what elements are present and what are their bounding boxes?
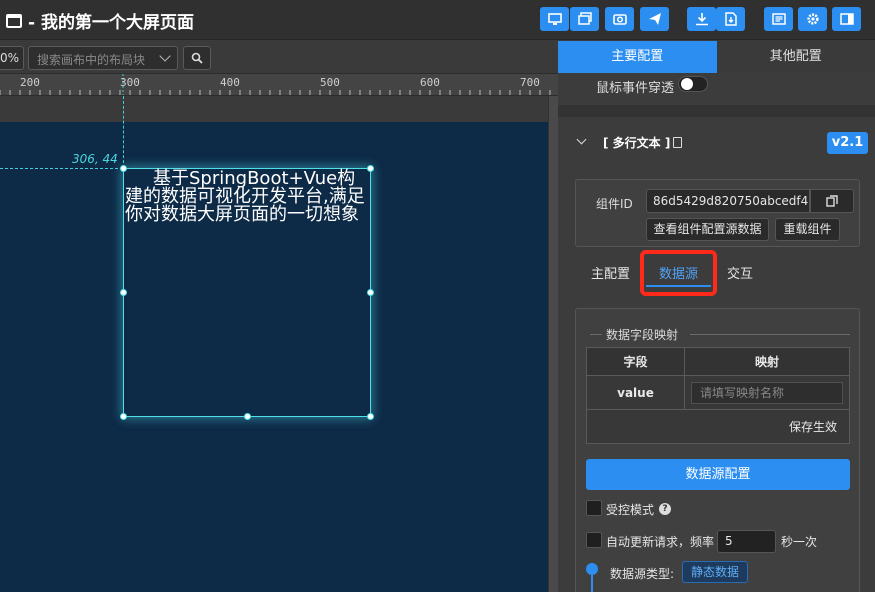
- timeline-dot: [586, 563, 598, 575]
- resize-handle-left[interactable]: [120, 289, 127, 296]
- save-cell: 保存生效: [586, 409, 850, 444]
- file-import-icon: [724, 12, 737, 26]
- table-header-row: 字段 映射: [586, 347, 850, 376]
- mapping-cell: 请填写映射名称: [684, 375, 850, 410]
- auto-update-label: 自动更新请求，频率: [606, 535, 715, 549]
- save-apply-button[interactable]: 保存生效: [789, 420, 837, 434]
- view-config-source-button[interactable]: 查看组件配置源数据: [646, 218, 769, 241]
- field-mapping-legend: 数据字段映射: [590, 326, 850, 342]
- column-header-mapping: 映射: [684, 347, 850, 376]
- window-icon: [6, 13, 22, 28]
- search-icon: [191, 52, 203, 64]
- field-name-cell: value: [586, 375, 685, 410]
- frequency-unit: 秒一次: [781, 535, 818, 549]
- position-readout: 306, 44: [72, 152, 118, 166]
- datasource-config-button[interactable]: 数据源配置: [586, 459, 850, 490]
- canvas-toolbar: 0% 搜索画布中的布局块: [0, 41, 558, 74]
- page-title-text: - 我的第一个大屏页面: [28, 13, 194, 33]
- highlight-annotation-box: [640, 250, 717, 296]
- preview-window-button[interactable]: [570, 7, 599, 31]
- ruler-label: 200: [20, 76, 40, 89]
- settings-button[interactable]: [798, 7, 827, 31]
- ruler-label: 400: [220, 76, 240, 89]
- code-view-button[interactable]: [764, 7, 793, 31]
- field-mapping-title: 数据字段映射: [606, 328, 679, 342]
- widget-text: 基于SpringBoot+Vue构建的数据可视化开发平台,满足你对数据大屏页面的…: [125, 168, 365, 225]
- mapping-name-input[interactable]: 请填写映射名称: [691, 381, 843, 404]
- divider: [558, 105, 875, 117]
- code-icon: [771, 13, 786, 25]
- auto-update-checkbox[interactable]: [586, 532, 602, 548]
- copy-id-button[interactable]: [810, 189, 854, 213]
- windows-icon: [577, 12, 592, 25]
- camera-icon: [612, 14, 627, 25]
- table-row: value 请填写映射名称: [586, 375, 850, 410]
- frequency-input[interactable]: 5: [717, 530, 776, 553]
- copy-icon: [826, 195, 838, 207]
- horizontal-ruler: 200 300 400 500 600 700: [0, 74, 558, 96]
- ruler-label: 300: [120, 76, 140, 89]
- component-id-label: 组件ID: [596, 197, 633, 211]
- publish-button[interactable]: [640, 7, 669, 31]
- column-header-field: 字段: [586, 347, 685, 376]
- chevron-down-icon: [159, 50, 171, 62]
- zoom-level[interactable]: 0%: [0, 46, 24, 70]
- subtab-main-config[interactable]: 主配置: [591, 263, 630, 282]
- toggle-panel-button[interactable]: [832, 7, 861, 31]
- canvas-scrollbar[interactable]: [548, 96, 558, 592]
- gear-icon: [806, 13, 819, 25]
- download-icon: [695, 13, 708, 26]
- search-placeholder: 搜索画布中的布局块: [37, 53, 146, 67]
- search-button[interactable]: [183, 46, 211, 70]
- controlled-mode-label: 受控模式: [606, 503, 655, 517]
- resize-handle-bottom[interactable]: [244, 413, 251, 420]
- subtab-interaction[interactable]: 交互: [727, 263, 753, 282]
- resize-handle-bottom-right[interactable]: [367, 413, 374, 420]
- version-badge: v2.1: [827, 132, 868, 154]
- ruler-label: 600: [420, 76, 440, 89]
- layout-search-select[interactable]: 搜索画布中的布局块: [28, 46, 178, 70]
- download-button[interactable]: [687, 7, 716, 31]
- mouse-passthrough-toggle[interactable]: [678, 76, 708, 92]
- datasource-type-label: 数据源类型:: [610, 567, 675, 581]
- resize-handle-top-right[interactable]: [367, 165, 374, 172]
- config-panel: 主要配置 其他配置 鼠标事件穿透 [ 多行文本 ] v2.1 组件ID 86d5…: [558, 41, 875, 592]
- ruler-label: 700: [520, 76, 540, 89]
- import-button[interactable]: [716, 7, 745, 31]
- component-section-title: [ 多行文本 ]: [603, 134, 683, 151]
- help-icon[interactable]: ?: [659, 503, 671, 515]
- resize-handle-top-left[interactable]: [120, 165, 127, 172]
- datasource-type-tag[interactable]: 静态数据: [682, 561, 748, 583]
- ruler-ticks: [0, 74, 551, 95]
- chevron-down-icon: [576, 134, 587, 145]
- preview-desktop-button[interactable]: [540, 7, 569, 31]
- tab-other-config[interactable]: 其他配置: [716, 41, 875, 73]
- screenshot-button[interactable]: [605, 7, 634, 31]
- monitor-icon: [547, 13, 562, 25]
- send-icon: [648, 13, 661, 25]
- resize-handle-right[interactable]: [367, 289, 374, 296]
- component-name: [ 多行文本 ]: [603, 136, 671, 150]
- field-mapping-table: 字段 映射 value 请填写映射名称 保存生效: [586, 347, 850, 444]
- document-icon: [673, 137, 683, 148]
- timeline-line: [591, 575, 593, 592]
- datasource-panel: 数据字段映射 字段 映射 value 请填写映射名称 保存生效 数据源配置 受控…: [575, 308, 860, 592]
- table-footer-row: 保存生效: [586, 409, 850, 444]
- resize-handle-bottom-left[interactable]: [120, 413, 127, 420]
- top-bar: - 我的第一个大屏页面: [0, 0, 875, 40]
- page-title: - 我的第一个大屏页面: [6, 8, 194, 33]
- controlled-mode-checkbox[interactable]: [586, 500, 602, 516]
- config-tabs: 主要配置 其他配置: [558, 41, 875, 73]
- ruler-label: 500: [320, 76, 340, 89]
- component-id-box: 组件ID 86d5429d820750abcedf4 查看组件配置源数据 重载组…: [575, 179, 860, 247]
- reload-component-button[interactable]: 重载组件: [775, 218, 840, 241]
- component-id-field[interactable]: 86d5429d820750abcedf4: [646, 189, 810, 213]
- mouse-passthrough-label: 鼠标事件穿透: [596, 81, 675, 96]
- horizontal-guide-line: [0, 168, 123, 169]
- multiline-text-widget[interactable]: 基于SpringBoot+Vue构建的数据可视化开发平台,满足你对数据大屏页面的…: [120, 165, 374, 420]
- vertical-guide-line: [123, 96, 124, 168]
- tab-main-config[interactable]: 主要配置: [558, 41, 717, 73]
- sidebar-icon: [839, 13, 854, 25]
